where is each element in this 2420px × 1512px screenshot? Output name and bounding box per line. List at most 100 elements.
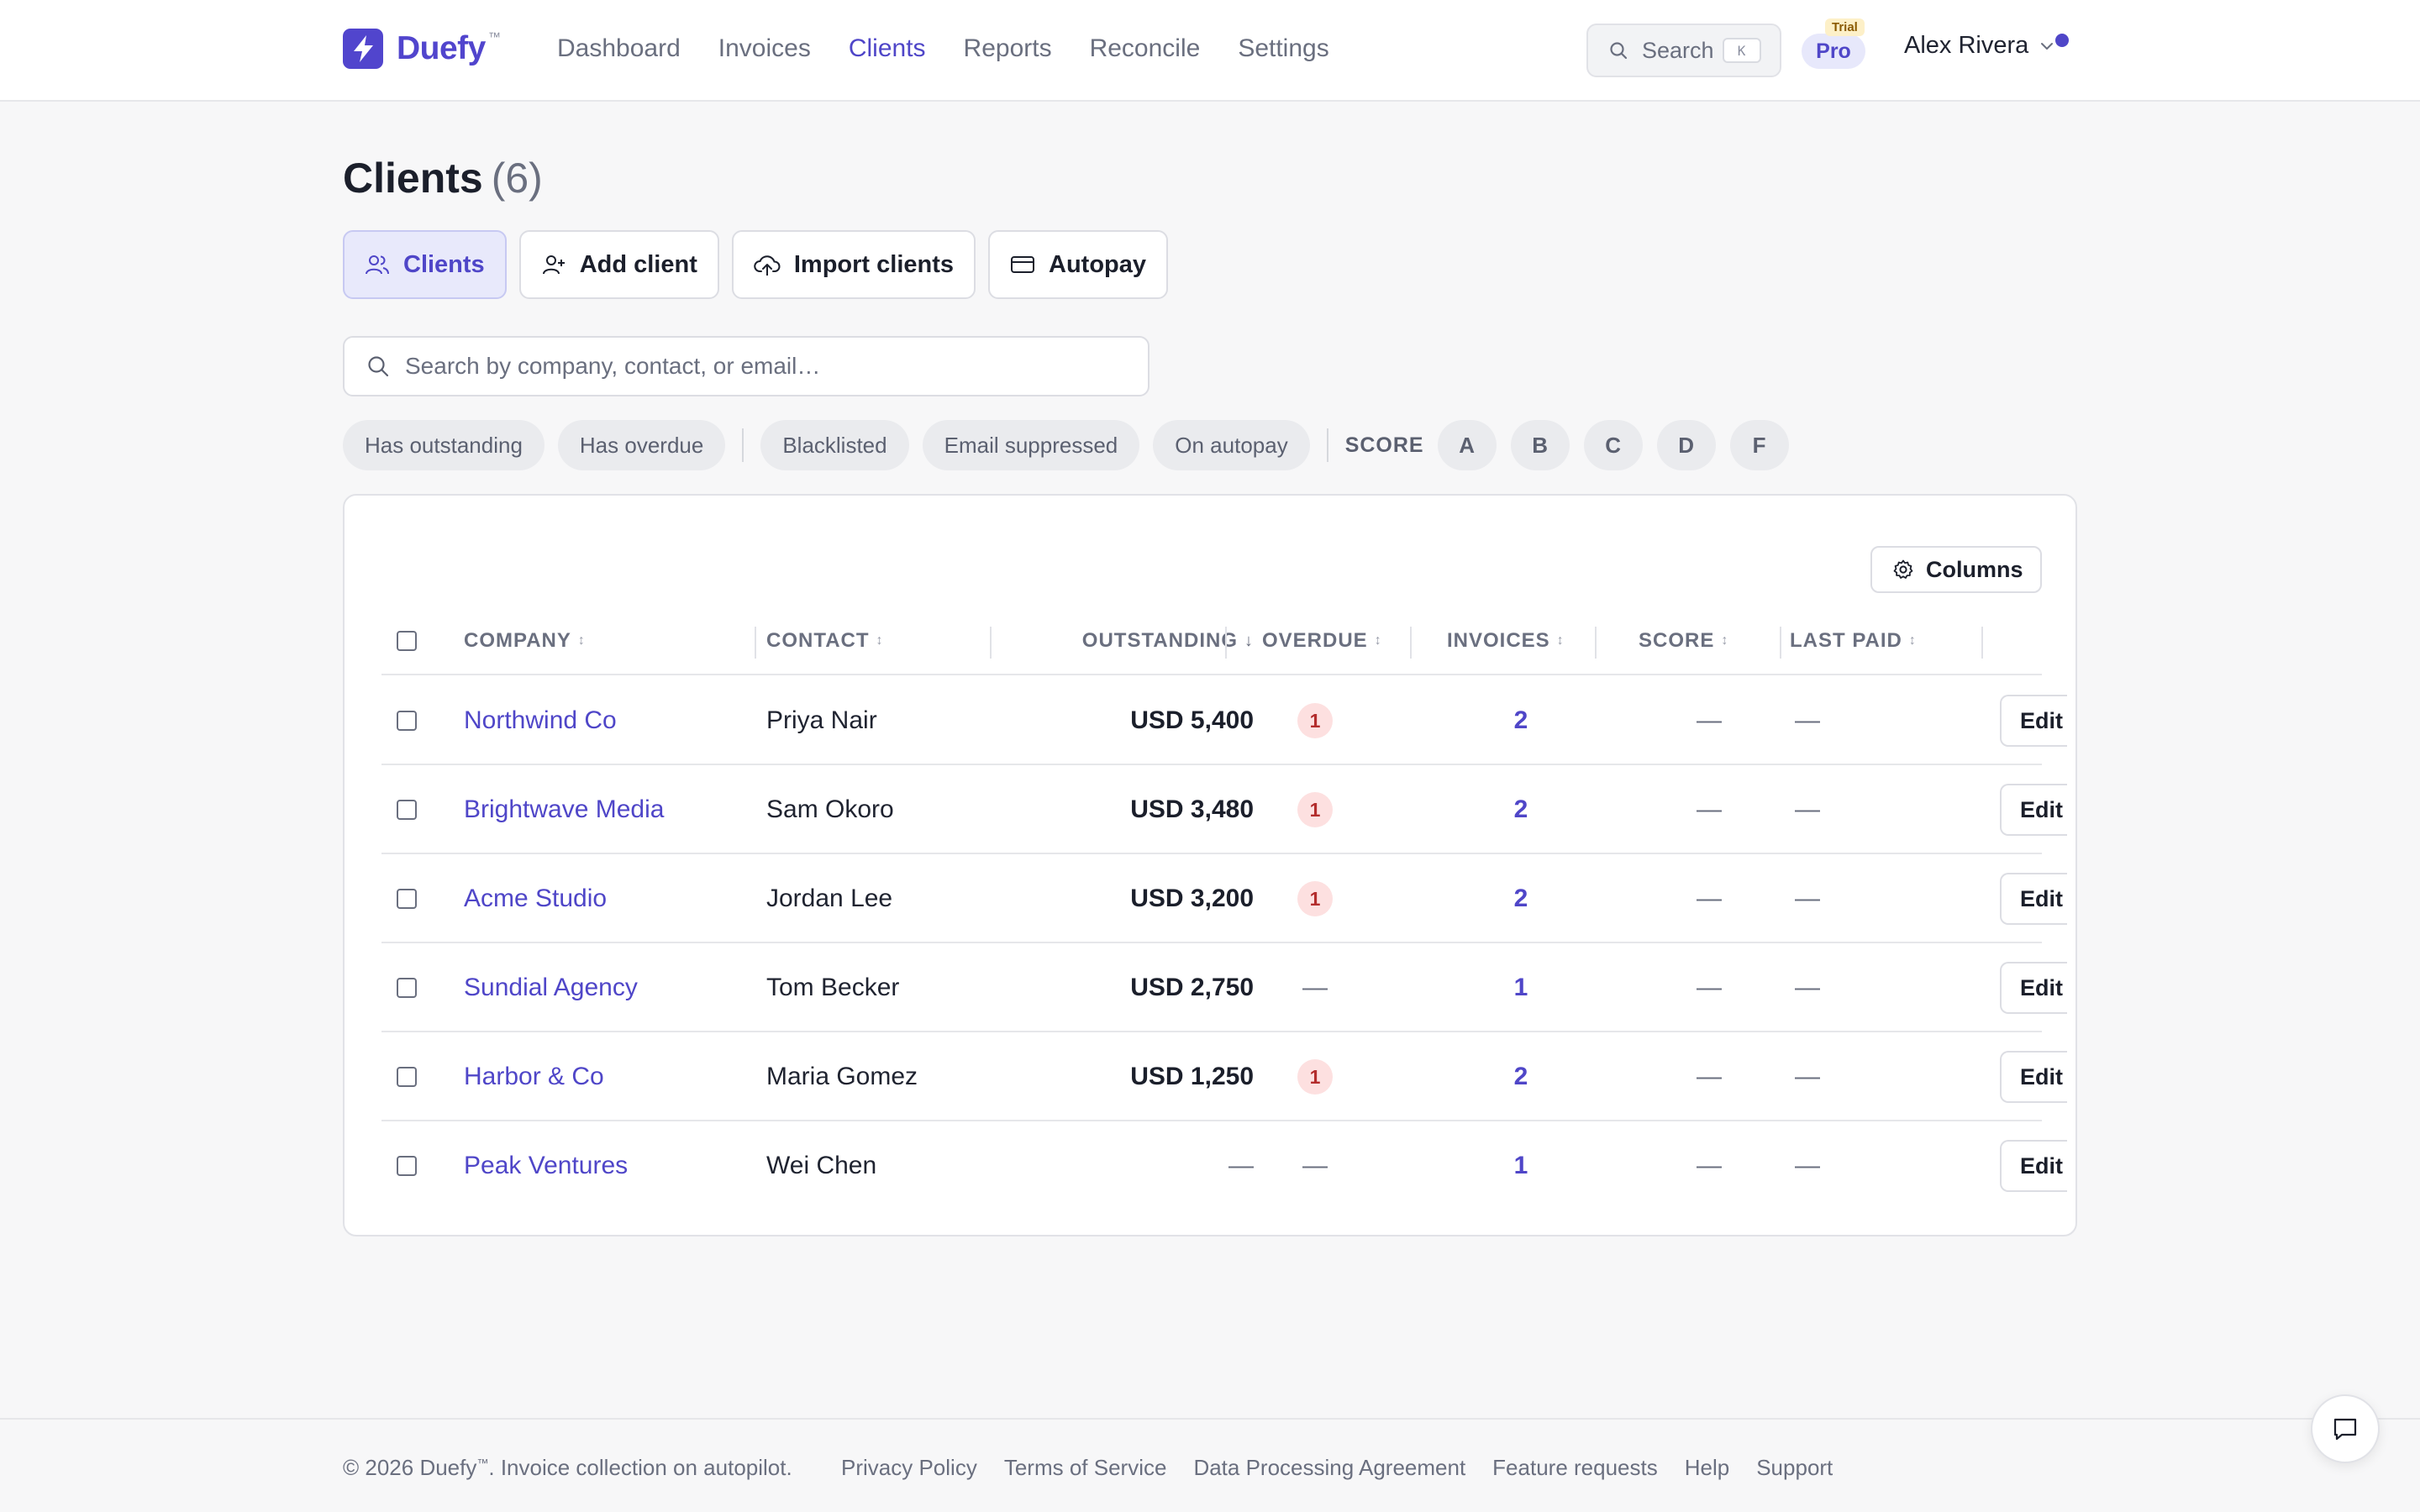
invoices-count-link[interactable]: 1 bbox=[1410, 1122, 1632, 1210]
column-header-label: OUTSTANDING bbox=[1081, 629, 1238, 652]
column-separator bbox=[1981, 627, 1983, 659]
column-header-invoices[interactable]: INVOICES ↕ bbox=[1447, 606, 1565, 675]
filter-on-autopay[interactable]: On autopay bbox=[1153, 420, 1310, 470]
edit-client-button[interactable]: Edit bbox=[2000, 962, 2067, 1014]
nav-dashboard[interactable]: Dashboard bbox=[557, 30, 681, 67]
column-header-contact[interactable]: CONTACT ↕ bbox=[766, 606, 884, 675]
table-row: Sundial Agency Tom Becker USD 2,750 — 1 … bbox=[381, 944, 2067, 1032]
clients-tab-button[interactable]: Clients bbox=[343, 230, 507, 299]
row-checkbox[interactable] bbox=[397, 1156, 417, 1176]
edit-client-button[interactable]: Edit bbox=[2000, 695, 2067, 747]
edit-client-button[interactable]: Edit bbox=[2000, 1140, 2067, 1192]
company-link[interactable]: Northwind Co bbox=[464, 677, 617, 764]
edit-client-button[interactable]: Edit bbox=[2000, 1051, 2067, 1103]
footer-link-support[interactable]: Support bbox=[1756, 1455, 1833, 1481]
nav-clients[interactable]: Clients bbox=[849, 30, 926, 67]
footer-link-terms[interactable]: Terms of Service bbox=[1004, 1455, 1167, 1481]
row-select-cell bbox=[397, 855, 417, 942]
score-value: — bbox=[1697, 1152, 1722, 1179]
score-value: — bbox=[1697, 1063, 1722, 1090]
sort-icon: ↕ bbox=[1374, 633, 1382, 648]
column-header-label: COMPANY bbox=[464, 629, 571, 652]
nav-reports[interactable]: Reports bbox=[964, 30, 1052, 67]
global-search-button[interactable]: Search K bbox=[1586, 24, 1781, 77]
row-checkbox[interactable] bbox=[397, 978, 417, 998]
edit-client-button[interactable]: Edit bbox=[2000, 784, 2067, 836]
footer-link-dpa[interactable]: Data Processing Agreement bbox=[1193, 1455, 1465, 1481]
row-checkbox[interactable] bbox=[397, 1067, 417, 1087]
footer-copyright: © 2026 Duefy™. Invoice collection on aut… bbox=[343, 1455, 792, 1481]
column-header-company[interactable]: COMPANY ↕ bbox=[464, 606, 586, 675]
overdue-count-badge: 1 bbox=[1297, 792, 1333, 827]
column-header-last-paid[interactable]: LAST PAID ↕ bbox=[1790, 606, 1917, 675]
column-header-overdue[interactable]: OVERDUE ↕ bbox=[1262, 606, 1382, 675]
company-link[interactable]: Brightwave Media bbox=[464, 766, 664, 853]
invoices-count-link[interactable]: 2 bbox=[1410, 677, 1632, 764]
chat-button[interactable] bbox=[2311, 1394, 2380, 1463]
invoices-count-link[interactable]: 2 bbox=[1410, 766, 1632, 853]
company-link[interactable]: Peak Ventures bbox=[464, 1122, 628, 1210]
keyboard-shortcut-hint: K bbox=[1722, 38, 1761, 63]
clients-table-card: Columns COMPANY ↕ CONTACT ↕ OUTSTANDING ↓ O… bbox=[343, 494, 2077, 1236]
column-separator bbox=[990, 627, 992, 659]
row-checkbox[interactable] bbox=[397, 889, 417, 909]
column-header-score[interactable]: SCORE ↕ bbox=[1639, 606, 1728, 675]
filter-has-outstanding[interactable]: Has outstanding bbox=[343, 420, 544, 470]
row-checkbox[interactable] bbox=[397, 711, 417, 731]
invoices-count-link[interactable]: 2 bbox=[1410, 855, 1632, 942]
row-select-cell bbox=[397, 677, 417, 764]
brand-trademark: ™ bbox=[487, 30, 501, 45]
add-client-label: Add client bbox=[579, 250, 697, 278]
row-select-cell bbox=[397, 944, 417, 1032]
footer-link-help[interactable]: Help bbox=[1685, 1455, 1729, 1481]
footer-link-feature-requests[interactable]: Feature requests bbox=[1492, 1455, 1658, 1481]
add-client-button[interactable]: Add client bbox=[518, 230, 719, 299]
user-name: Alex Rivera bbox=[1904, 32, 2029, 59]
column-header-outstanding[interactable]: OUTSTANDING ↓ bbox=[1005, 606, 1254, 675]
edit-client-button[interactable]: Edit bbox=[2000, 873, 2067, 925]
filter-blacklisted[interactable]: Blacklisted bbox=[760, 420, 909, 470]
last-paid-value: — bbox=[1795, 1152, 1820, 1179]
nav-reconcile[interactable]: Reconcile bbox=[1090, 30, 1201, 67]
contact-name: Wei Chen bbox=[766, 1152, 877, 1179]
score-filter-c[interactable]: C bbox=[1583, 420, 1643, 470]
users-icon bbox=[365, 252, 390, 277]
overdue-value: — bbox=[1302, 974, 1328, 1001]
company-link[interactable]: Harbor & Co bbox=[464, 1033, 604, 1121]
footer-link-privacy[interactable]: Privacy Policy bbox=[841, 1455, 977, 1481]
footer-links: Privacy Policy Terms of Service Data Pro… bbox=[841, 1455, 1860, 1481]
columns-button[interactable]: Columns bbox=[1870, 546, 2042, 593]
contact-name: Sam Okoro bbox=[766, 795, 894, 823]
brand-logo[interactable]: Duefy ™ bbox=[343, 29, 501, 69]
filter-email-suppressed[interactable]: Email suppressed bbox=[922, 420, 1140, 470]
invoices-count-link[interactable]: 2 bbox=[1410, 1033, 1632, 1121]
page-title-text: Clients bbox=[343, 155, 483, 202]
company-link[interactable]: Acme Studio bbox=[464, 855, 607, 942]
filter-has-overdue[interactable]: Has overdue bbox=[557, 420, 726, 470]
row-checkbox[interactable] bbox=[397, 800, 417, 820]
outstanding-amount: — bbox=[1228, 1152, 1254, 1179]
invoices-count-link[interactable]: 1 bbox=[1410, 944, 1632, 1032]
plan-badge[interactable]: Pro bbox=[1802, 34, 1865, 69]
nav-invoices[interactable]: Invoices bbox=[718, 30, 811, 67]
score-filter-b[interactable]: B bbox=[1510, 420, 1570, 470]
import-clients-button[interactable]: Import clients bbox=[731, 230, 976, 299]
action-toolbar: Clients Add client Import clients Autopa… bbox=[343, 230, 1169, 299]
table-row: Harbor & Co Maria Gomez USD 1,250 1 2 — … bbox=[381, 1033, 2067, 1121]
client-search-input[interactable] bbox=[405, 353, 1128, 380]
score-value: — bbox=[1697, 706, 1722, 734]
table-row: Brightwave Media Sam Okoro USD 3,480 1 2… bbox=[381, 766, 2067, 854]
sort-icon: ↕ bbox=[876, 633, 884, 648]
autopay-button[interactable]: Autopay bbox=[988, 230, 1169, 299]
nav-settings[interactable]: Settings bbox=[1238, 30, 1328, 67]
user-menu[interactable]: Alex Rivera bbox=[1904, 32, 2055, 60]
score-filter-a[interactable]: A bbox=[1437, 420, 1497, 470]
copyright-trademark: ™ bbox=[476, 1456, 489, 1470]
score-filter-f[interactable]: F bbox=[1729, 420, 1789, 470]
import-clients-label: Import clients bbox=[793, 250, 955, 278]
sort-icon: ↕ bbox=[1721, 633, 1729, 648]
select-all-checkbox[interactable] bbox=[397, 631, 417, 651]
score-filter-d[interactable]: D bbox=[1656, 420, 1716, 470]
sort-desc-icon: ↓ bbox=[1244, 631, 1254, 650]
company-link[interactable]: Sundial Agency bbox=[464, 944, 638, 1032]
